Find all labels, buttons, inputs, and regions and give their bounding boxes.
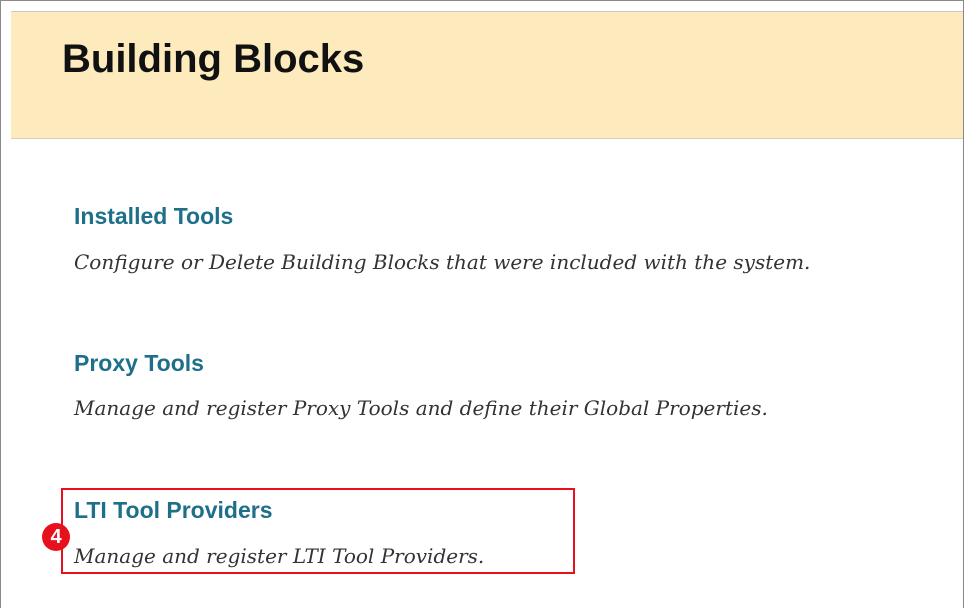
page-title: Building Blocks [62, 37, 365, 81]
step-highlight-box [61, 488, 575, 574]
proxy-tools-description: Manage and register Proxy Tools and defi… [74, 396, 768, 420]
proxy-tools-link[interactable]: Proxy Tools [74, 350, 204, 377]
installed-tools-link[interactable]: Installed Tools [74, 203, 233, 230]
step-number-badge: 4 [42, 523, 70, 551]
installed-tools-description: Configure or Delete Building Blocks that… [74, 250, 811, 274]
